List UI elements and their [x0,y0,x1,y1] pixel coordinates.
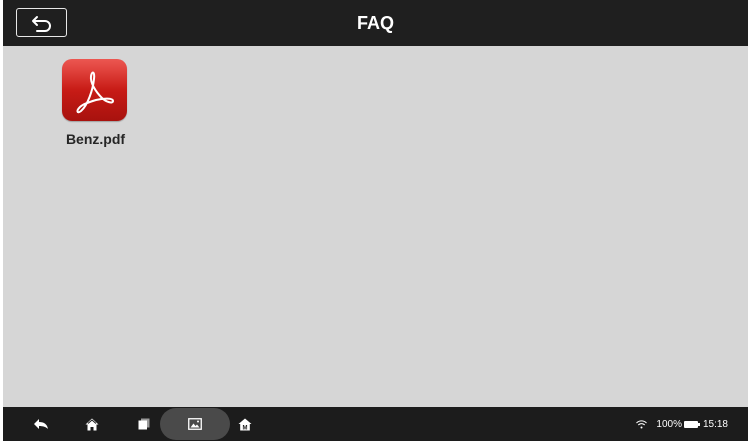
file-name-label: Benz.pdf [65,131,126,147]
clock: 15:18 [702,418,728,430]
page-title: FAQ [356,13,394,33]
nav-m-home-button[interactable]: M [235,415,255,433]
app-window: FAQ Benz.pdf M 100% 15:18 [3,0,748,441]
svg-text:M: M [243,425,248,431]
file-browser: Benz.pdf [3,46,748,407]
recent-apps-icon [138,418,150,430]
back-button[interactable] [16,8,67,37]
gallery-icon [188,418,202,430]
back-icon [33,418,49,430]
nav-home-button[interactable] [82,415,102,433]
status-area: 100% 15:18 [636,407,728,441]
system-navigation-bar: M 100% 15:18 [3,407,748,441]
nav-recent-apps-button[interactable] [134,415,154,433]
battery-icon [683,420,700,428]
battery-percent: 100% [656,418,682,430]
wifi-icon [636,419,648,429]
nav-back-button[interactable] [31,415,51,433]
pdf-file-icon [62,59,127,121]
m-home-icon: M [238,418,252,431]
home-icon [85,418,99,431]
back-arrow-icon [30,14,54,32]
nav-gallery-button[interactable] [160,408,230,440]
file-item-benz-pdf[interactable]: Benz.pdf [48,58,143,154]
title-bar: FAQ [3,0,748,46]
